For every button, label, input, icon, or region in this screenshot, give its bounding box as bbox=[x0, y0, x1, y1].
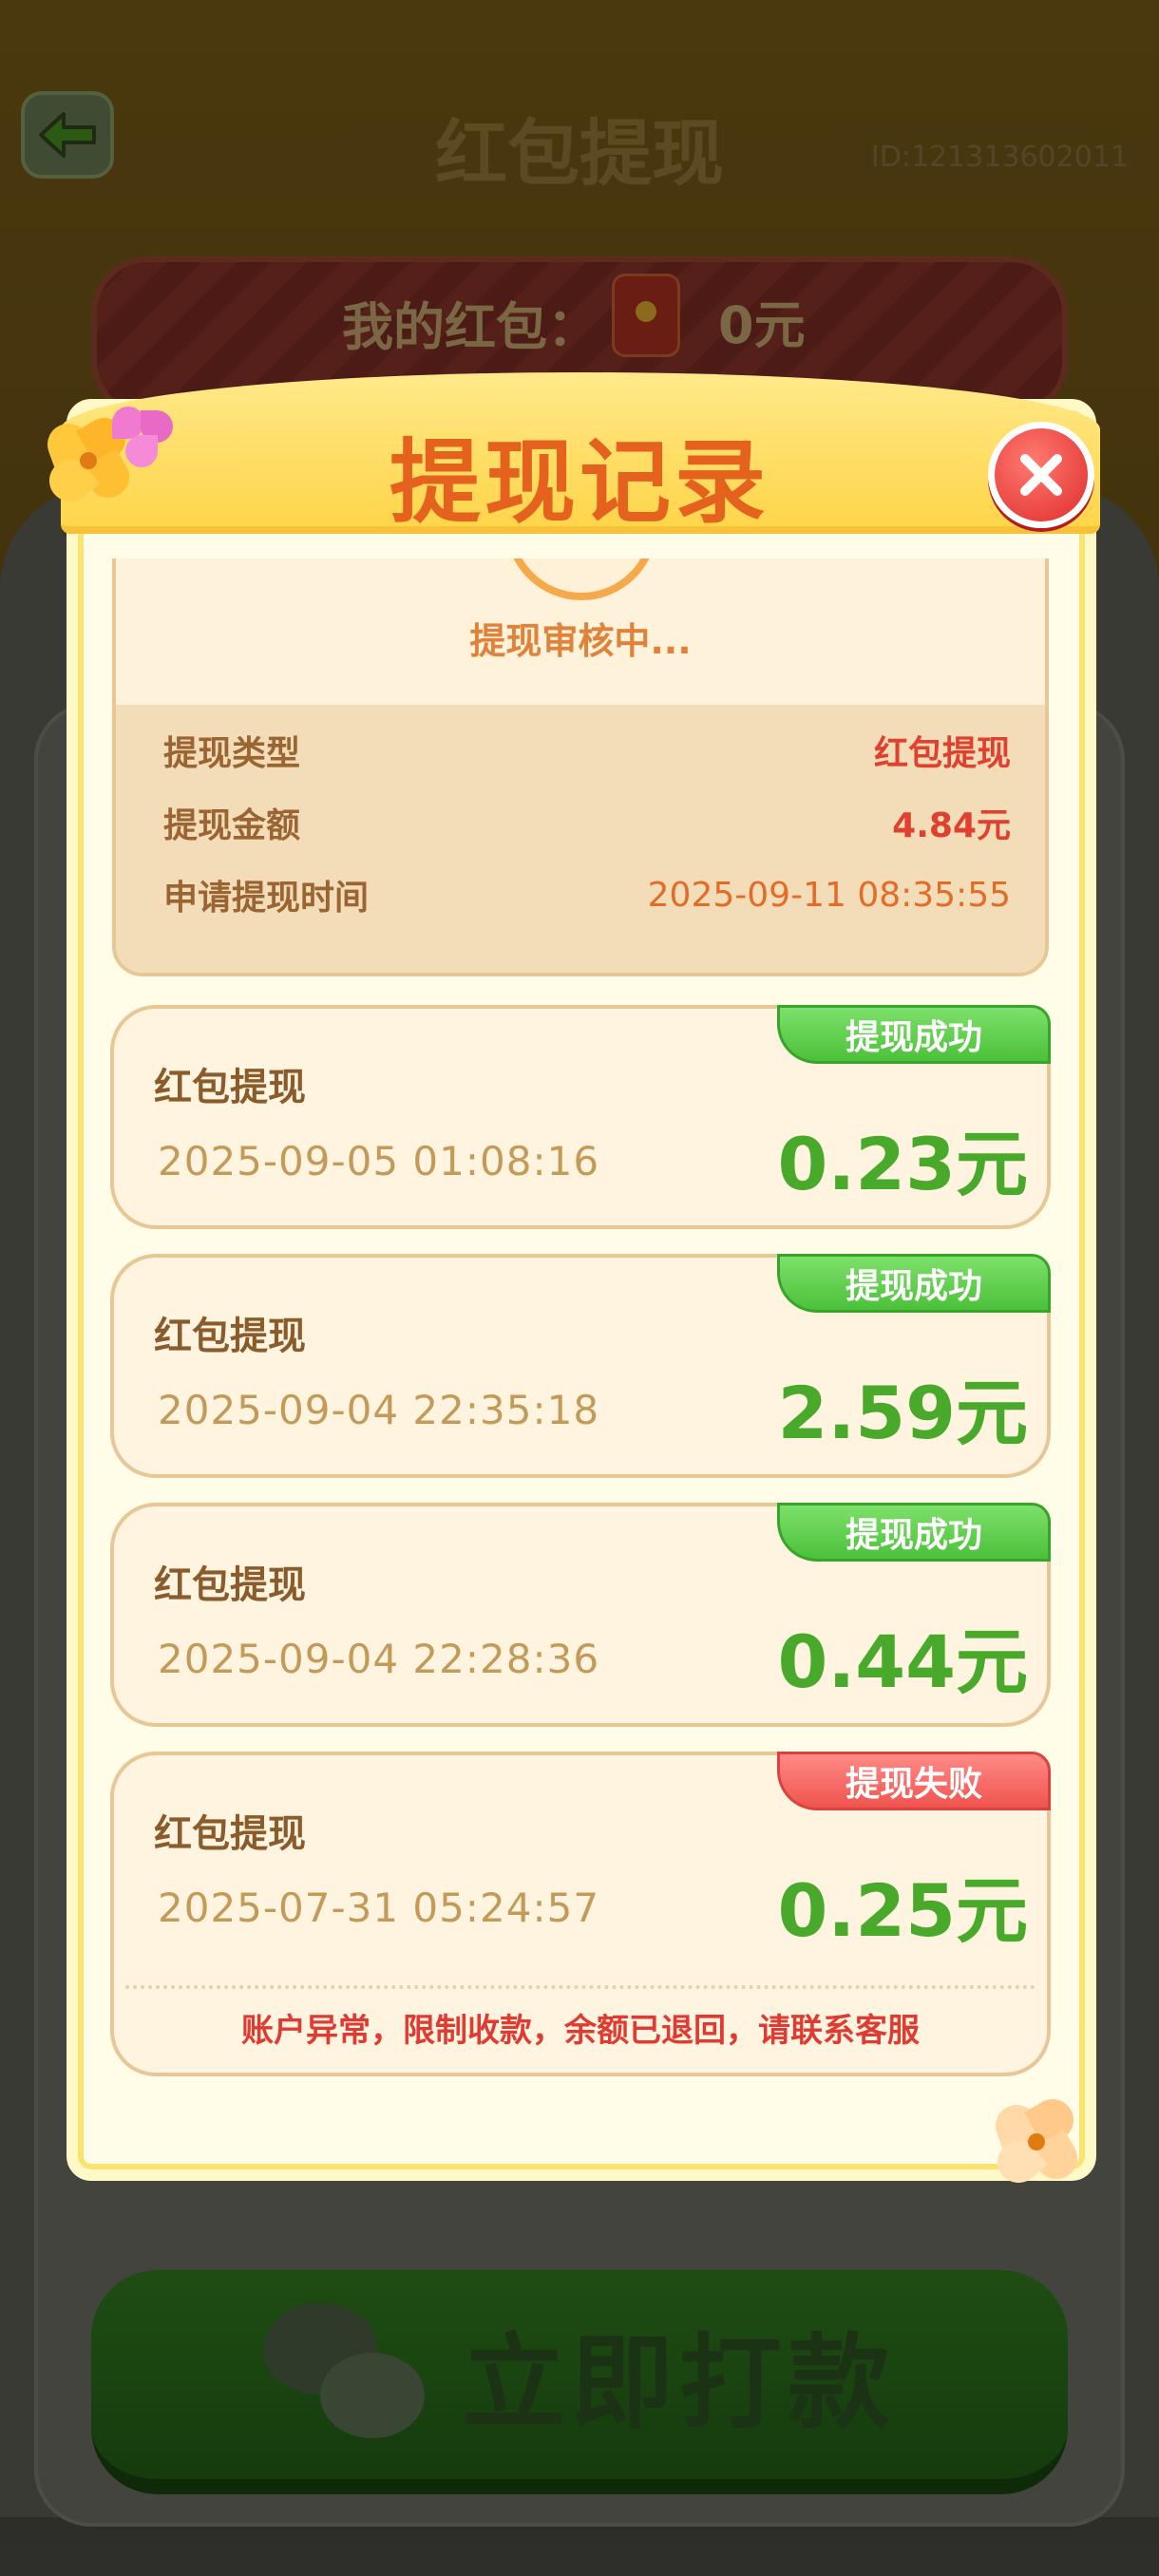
pending-row-time: 申请提现时间 2025-09-11 08:35:55 bbox=[163, 866, 1011, 923]
clock-icon bbox=[505, 559, 657, 600]
pending-row-amount: 提现金额 4.84元 bbox=[163, 794, 1011, 851]
record-type: 红包提现 bbox=[154, 1563, 306, 1607]
status-badge: 提现成功 bbox=[777, 1005, 1051, 1064]
record-item: 提现成功 红包提现 2025-09-05 01:08:16 0.23元 bbox=[110, 1005, 1051, 1229]
records-list[interactable]: 提现审核中... 提现类型 红包提现 提现金额 4.84元 申请提现时间 202… bbox=[91, 559, 1068, 2097]
wechat-icon bbox=[262, 2303, 425, 2446]
pending-row-type: 提现类型 红包提现 bbox=[163, 722, 1011, 779]
pay-now-button[interactable]: 立即打款 bbox=[91, 2270, 1068, 2494]
user-id: ID:121313602011 bbox=[870, 141, 1129, 174]
record-amount: 0.25元 bbox=[777, 1868, 1028, 1953]
record-amount: 0.44元 bbox=[777, 1619, 1028, 1704]
modal-title: 提现记录 bbox=[390, 429, 770, 536]
record-type: 红包提现 bbox=[154, 1812, 306, 1856]
pending-value: 2025-09-11 08:35:55 bbox=[647, 875, 1011, 915]
flower-decoration-icon bbox=[989, 2091, 1086, 2191]
status-badge: 提现失败 bbox=[777, 1752, 1051, 1810]
close-button[interactable] bbox=[988, 422, 1094, 528]
pending-value: 4.84元 bbox=[892, 806, 1011, 845]
pending-withdrawal-card: 提现审核中... 提现类型 红包提现 提现金额 4.84元 申请提现时间 202… bbox=[112, 559, 1049, 976]
close-icon bbox=[1020, 454, 1062, 496]
status-badge: 提现成功 bbox=[777, 1254, 1051, 1313]
divider bbox=[125, 1985, 1036, 1989]
record-time: 2025-09-04 22:28:36 bbox=[158, 1636, 600, 1682]
pending-status: 提现审核中... bbox=[469, 620, 692, 662]
pay-now-label: 立即打款 bbox=[462, 2324, 896, 2443]
pending-key: 申请提现时间 bbox=[163, 879, 370, 918]
record-type: 红包提现 bbox=[154, 1315, 306, 1358]
record-amount: 2.59元 bbox=[777, 1371, 1028, 1455]
record-time: 2025-09-05 01:08:16 bbox=[158, 1138, 600, 1184]
failure-note: 账户异常，限制收款，余额已退回，请联系客服 bbox=[241, 2012, 920, 2050]
record-time: 2025-09-04 22:35:18 bbox=[158, 1387, 600, 1433]
pending-details: 提现类型 红包提现 提现金额 4.84元 申请提现时间 2025-09-11 0… bbox=[116, 705, 1045, 973]
record-item: 提现成功 红包提现 2025-09-04 22:28:36 0.44元 bbox=[110, 1503, 1051, 1727]
wallet-label: 我的红包： bbox=[342, 297, 598, 357]
status-badge: 提现成功 bbox=[777, 1503, 1051, 1562]
record-item: 提现成功 红包提现 2025-09-04 22:35:18 2.59元 bbox=[110, 1254, 1051, 1478]
record-type: 红包提现 bbox=[154, 1066, 306, 1109]
record-time: 2025-07-31 05:24:57 bbox=[158, 1885, 600, 1931]
red-packet-icon bbox=[612, 274, 680, 357]
pending-key: 提现类型 bbox=[163, 734, 301, 773]
record-item: 提现失败 红包提现 2025-07-31 05:24:57 0.25元 账户异常… bbox=[110, 1752, 1051, 2076]
pending-value: 红包提现 bbox=[873, 734, 1011, 773]
wallet-value: 0元 bbox=[718, 295, 806, 355]
record-amount: 0.23元 bbox=[777, 1122, 1028, 1206]
pending-key: 提现金额 bbox=[163, 806, 301, 845]
